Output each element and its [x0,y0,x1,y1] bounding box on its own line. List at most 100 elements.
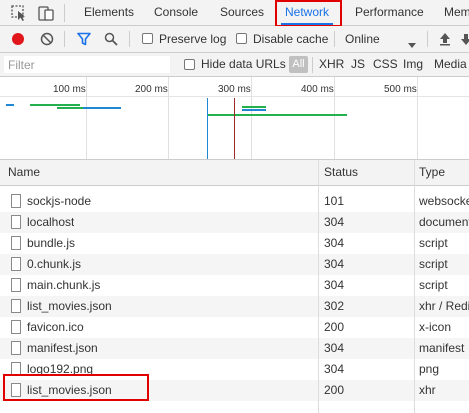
table-row[interactable]: main.chunk.js 304 script [0,275,469,296]
timeline-gridline [251,77,252,159]
chevron-down-icon[interactable] [408,37,416,51]
filter-divider [312,57,313,73]
request-status: 302 [324,299,345,313]
request-type: document [419,215,469,229]
table-row[interactable]: favicon.ico 200 x-icon [0,317,469,338]
filter-icon[interactable] [77,32,91,49]
file-icon [11,362,21,376]
table-row[interactable]: bundle.js 304 script [0,233,469,254]
table-row[interactable]: list_movies.json 302 xhr / Redi [0,296,469,317]
timeline-request-bar [242,109,266,111]
throttling-select[interactable]: Online [345,26,380,52]
request-type: xhr / Redi [419,299,469,313]
filter-bar: Hide data URLs All XHR JS CSS Img Media [0,53,469,77]
requests-table-header: Name Status Type [0,160,469,186]
timeline-gridline [334,77,335,159]
export-har-icon[interactable] [461,32,469,49]
network-toolbar: Preserve log Disable cache Online [0,26,469,53]
request-type: script [419,236,448,250]
request-name[interactable]: 0.chunk.js [27,254,81,275]
timeline-tick-label: 500 ms [384,84,417,95]
column-divider [414,160,415,413]
search-icon[interactable] [104,32,118,49]
table-row[interactable]: logo192.png 304 png [0,359,469,380]
table-row[interactable]: sockjs-node 101 websocket [0,191,469,212]
load-event-marker [234,98,235,159]
toolbar-divider [129,31,130,47]
request-type: png [419,362,440,376]
table-row[interactable]: localhost 304 document [0,212,469,233]
request-status: 200 [324,383,345,397]
record-icon[interactable] [12,33,24,45]
disable-cache-label[interactable]: Disable cache [253,26,328,52]
timeline-request-bar [242,106,266,108]
request-status: 304 [324,215,345,229]
disable-cache-checkbox[interactable] [236,33,247,44]
tab-performance[interactable]: Performance [355,0,424,25]
table-row[interactable]: 0.chunk.js 304 script [0,254,469,275]
preserve-log-label[interactable]: Preserve log [159,26,226,52]
preserve-log-checkbox[interactable] [142,33,153,44]
filter-type-xhr[interactable]: XHR [319,53,344,76]
file-icon [11,236,21,250]
request-type: x-icon [419,320,452,334]
timeline-request-bar [6,104,14,106]
filter-type-all[interactable]: All [289,56,308,73]
column-divider [318,160,319,413]
hide-data-urls-checkbox[interactable] [184,59,195,70]
file-icon [11,320,21,334]
request-status: 304 [324,257,345,271]
file-icon [11,299,21,313]
import-har-icon[interactable] [438,32,452,49]
file-icon [11,278,21,292]
tab-console[interactable]: Console [154,0,198,25]
toolbar-divider [334,31,335,47]
inspect-element-icon[interactable] [10,4,28,22]
table-row[interactable]: manifest.json 304 manifest [0,338,469,359]
tab-divider [64,4,65,22]
filter-input[interactable] [4,56,170,73]
request-name[interactable]: bundle.js [27,233,75,254]
filter-type-img[interactable]: Img [403,53,423,76]
device-toolbar-icon[interactable] [37,4,55,22]
request-name[interactable]: localhost [27,212,74,233]
timeline-tick-label: 100 ms [53,84,86,95]
file-icon [11,257,21,271]
timeline-gridline [168,77,169,159]
tab-elements[interactable]: Elements [84,0,134,25]
request-name[interactable]: sockjs-node [27,191,91,212]
request-name[interactable]: favicon.ico [27,317,84,338]
network-overview-timeline[interactable]: 100 ms 200 ms 300 ms 400 ms 500 ms [0,77,469,160]
tab-network[interactable]: Network [281,0,334,25]
file-icon [11,341,21,355]
request-status: 304 [324,341,345,355]
request-type: xhr [419,383,436,397]
column-header-type[interactable]: Type [419,160,445,185]
filter-type-media[interactable]: Media [434,53,467,76]
filter-type-js[interactable]: JS [351,53,365,76]
column-header-status[interactable]: Status [324,160,358,185]
timeline-tick-label: 200 ms [135,84,168,95]
request-name[interactable]: manifest.json [27,338,98,359]
request-name[interactable]: main.chunk.js [27,275,100,296]
toolbar-divider [427,31,428,47]
request-type: websocket [419,194,469,208]
timeline-tick-label: 400 ms [301,84,334,95]
clear-icon[interactable] [40,32,54,49]
tab-sources[interactable]: Sources [220,0,264,25]
devtools-tab-bar: Elements Console Sources Network Perform… [0,0,469,26]
request-name[interactable]: list_movies.json [27,296,112,317]
request-name[interactable]: logo192.png [27,359,93,380]
request-name[interactable]: list_movies.json [27,380,112,401]
timeline-gridline [86,77,87,159]
table-row[interactable]: list_movies.json 200 xhr [0,380,469,401]
hide-data-urls-label[interactable]: Hide data URLs [201,53,286,76]
request-status: 101 [324,194,345,208]
timeline-request-bar [207,114,347,116]
file-icon [11,194,21,208]
request-type: script [419,278,448,292]
filter-type-css[interactable]: CSS [373,53,398,76]
column-header-name[interactable]: Name [8,160,40,185]
file-icon [11,383,21,397]
tab-memory[interactable]: Mem [444,0,469,25]
